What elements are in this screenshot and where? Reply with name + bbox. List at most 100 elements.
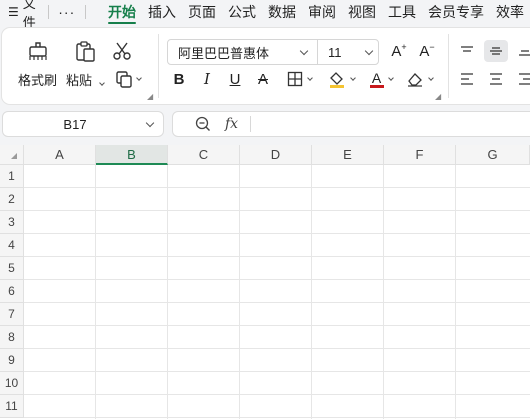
- chevron-down-icon: [427, 74, 434, 81]
- fx-icon[interactable]: fx: [225, 116, 238, 132]
- copy-button[interactable]: [112, 68, 144, 90]
- increase-font-button[interactable]: A+: [388, 40, 410, 62]
- column-header-a[interactable]: A: [24, 145, 96, 165]
- cut-button[interactable]: [110, 40, 134, 62]
- strikethrough-button[interactable]: A: [252, 68, 274, 90]
- column-header-c[interactable]: C: [168, 145, 240, 165]
- align-left-button[interactable]: [456, 68, 478, 90]
- row-header-11[interactable]: 11: [0, 395, 24, 418]
- grid-line: [24, 348, 530, 349]
- menu-bar: ☰ 文件 ··· 开始 插入 页面 公式 数据 审阅 视图 工具 会员专享 效率: [0, 0, 530, 30]
- font-size-value: 11: [328, 44, 342, 60]
- row-header-5[interactable]: 5: [0, 257, 24, 280]
- font-color-icon: A: [369, 71, 384, 88]
- column-header-f[interactable]: F: [384, 145, 456, 165]
- more-icon[interactable]: ···: [58, 4, 75, 20]
- chevron-down-icon: [136, 74, 142, 81]
- tab-2[interactable]: 页面: [182, 1, 222, 23]
- underline-button[interactable]: U: [224, 68, 246, 90]
- row-header-10[interactable]: 10: [0, 372, 24, 395]
- font-launcher-icon[interactable]: ◢: [435, 92, 441, 101]
- tab-1[interactable]: 插入: [142, 1, 182, 23]
- align-middle-button[interactable]: [484, 40, 508, 62]
- zoom-search-icon[interactable]: [195, 116, 211, 132]
- row-header-2[interactable]: 2: [0, 188, 24, 211]
- align-left-icon: [461, 73, 473, 85]
- cell-reference: B17: [63, 116, 87, 132]
- grid-line: [24, 233, 530, 234]
- grid-line: [167, 165, 168, 419]
- italic-button[interactable]: I: [196, 68, 218, 90]
- grid-line: [24, 394, 530, 395]
- align-bottom-button[interactable]: [514, 40, 530, 62]
- row-header-1[interactable]: 1: [0, 165, 24, 188]
- align-top-icon: [461, 46, 473, 52]
- column-header-e[interactable]: E: [312, 145, 384, 165]
- font-color-button[interactable]: A: [364, 68, 398, 90]
- grid-line: [24, 187, 530, 188]
- row-header-8[interactable]: 8: [0, 326, 24, 349]
- tab-9[interactable]: 效率: [490, 1, 530, 23]
- chevron-down-icon[interactable]: [299, 46, 309, 55]
- shrink-font-icon: A−: [419, 42, 435, 60]
- chevron-down-icon: [98, 80, 105, 86]
- chevron-down-icon: [387, 74, 394, 81]
- grid-line: [95, 165, 96, 419]
- grid-line: [239, 165, 240, 419]
- tab-3[interactable]: 公式: [222, 1, 262, 23]
- align-middle-icon: [490, 47, 502, 55]
- select-all-corner[interactable]: [0, 145, 24, 165]
- row-header-4[interactable]: 4: [0, 234, 24, 257]
- font-selector: 阿里巴巴普惠体 11: [167, 39, 379, 65]
- align-top-button[interactable]: [456, 40, 478, 62]
- column-header-g[interactable]: G: [456, 145, 530, 165]
- file-menu-label: 文件: [22, 0, 36, 30]
- spreadsheet-grid[interactable]: A B C D E F G 1 2 3 4 5 6 7 8 9 10 11: [0, 145, 530, 419]
- bold-button[interactable]: B: [168, 68, 190, 90]
- grid-line: [24, 279, 530, 280]
- hamburger-icon: ☰: [8, 5, 19, 19]
- eraser-icon: [407, 73, 422, 87]
- column-header-d[interactable]: D: [240, 145, 312, 165]
- tab-0[interactable]: 开始: [102, 1, 142, 24]
- grid-line: [24, 210, 530, 211]
- name-box[interactable]: B17: [2, 111, 164, 137]
- paste-button[interactable]: 粘贴: [66, 40, 105, 89]
- row-header-7[interactable]: 7: [0, 303, 24, 326]
- font-name-select[interactable]: 阿里巴巴普惠体: [168, 43, 301, 62]
- align-bottom-icon: [519, 50, 530, 56]
- row-header-9[interactable]: 9: [0, 349, 24, 372]
- chevron-down-icon[interactable]: [145, 118, 155, 127]
- clipboard-launcher-icon[interactable]: ◢: [147, 92, 153, 101]
- grid-line: [311, 165, 312, 419]
- fill-color-button[interactable]: [324, 68, 358, 90]
- align-center-icon: [490, 73, 502, 85]
- formula-input[interactable]: [251, 112, 530, 136]
- tab-5[interactable]: 审阅: [302, 1, 342, 23]
- grid-line: [383, 165, 384, 419]
- align-right-button[interactable]: [514, 68, 530, 90]
- grid-line: [455, 165, 456, 419]
- tab-6[interactable]: 视图: [342, 1, 382, 23]
- grid-line: [24, 371, 530, 372]
- decrease-font-button[interactable]: A−: [416, 40, 438, 62]
- scissors-icon: [113, 42, 131, 60]
- align-right-icon: [519, 73, 530, 85]
- row-header-3[interactable]: 3: [0, 211, 24, 234]
- borders-button[interactable]: [282, 68, 316, 90]
- align-center-button[interactable]: [484, 68, 508, 90]
- grid-line: [24, 302, 530, 303]
- chevron-down-icon: [306, 74, 313, 81]
- row-header-6[interactable]: 6: [0, 280, 24, 303]
- copy-icon: [116, 71, 132, 88]
- file-menu[interactable]: ☰ 文件: [0, 0, 38, 31]
- column-header-b[interactable]: B: [96, 145, 168, 165]
- menu-divider: [85, 5, 86, 19]
- clear-format-button[interactable]: [402, 68, 436, 90]
- formula-bar: fx: [172, 111, 530, 137]
- tab-8[interactable]: 会员专享: [422, 1, 490, 23]
- font-size-select[interactable]: 11: [318, 45, 378, 60]
- tab-4[interactable]: 数据: [262, 1, 302, 23]
- format-painter-button[interactable]: 格式刷: [18, 40, 57, 89]
- tab-7[interactable]: 工具: [382, 1, 422, 23]
